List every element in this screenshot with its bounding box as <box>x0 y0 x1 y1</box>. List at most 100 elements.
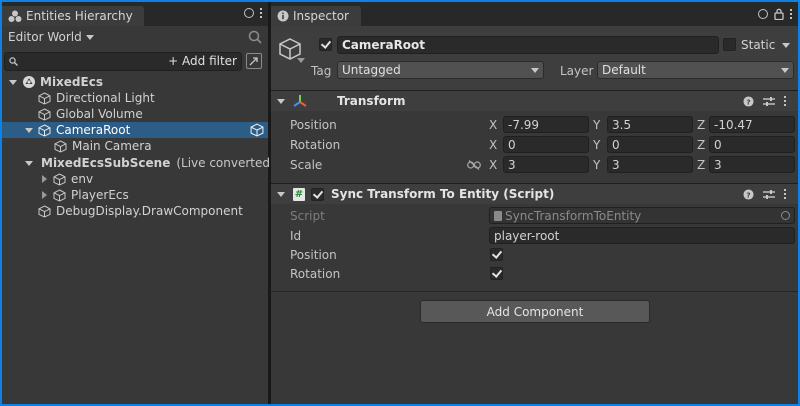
static-label: Static <box>741 38 776 52</box>
layer-value: Default <box>602 63 646 77</box>
position-z-field[interactable]: -10.47 <box>709 116 795 133</box>
component-menu-icon[interactable] <box>784 96 786 106</box>
add-component-button[interactable]: Add Component <box>420 300 650 323</box>
position-x-field[interactable]: -7.99 <box>503 116 589 133</box>
static-checkbox[interactable] <box>723 38 736 51</box>
scale-z-field[interactable]: 3 <box>709 156 795 173</box>
tree-item-label: DebugDisplay.DrawComponent <box>56 204 243 218</box>
hierarchy-tabbar: Entities Hierarchy <box>2 2 268 26</box>
expand-arrow-icon[interactable] <box>9 79 17 85</box>
static-dropdown-icon[interactable] <box>782 43 790 48</box>
component-enabled-checkbox[interactable] <box>311 187 324 201</box>
chevron-down-icon <box>781 67 789 73</box>
tree-item-env[interactable]: env <box>2 171 268 187</box>
layer-dropdown[interactable]: Default <box>597 61 794 79</box>
rotation-y-field[interactable]: 0 <box>607 136 693 153</box>
rotation-z-field[interactable]: 0 <box>709 136 795 153</box>
add-filter-button[interactable]: + Add filter <box>168 54 237 68</box>
help-icon[interactable]: ? <box>743 188 754 200</box>
svg-text:?: ? <box>746 97 750 106</box>
unity-scene-icon <box>23 76 35 88</box>
foldout-arrow-icon[interactable] <box>277 98 285 104</box>
tree-item-cameraroot[interactable]: CameraRoot <box>2 122 268 138</box>
sync-position-checkbox[interactable] <box>490 248 503 261</box>
active-checkbox[interactable] <box>319 38 332 51</box>
object-header: CameraRoot Static Tag Untagged Layer Def… <box>271 26 798 90</box>
presets-icon[interactable] <box>763 189 775 200</box>
presets-icon[interactable] <box>763 96 775 107</box>
tree-item-label: Global Volume <box>56 107 143 121</box>
collapse-arrow-icon[interactable] <box>42 191 47 199</box>
inspector-tab-label: Inspector <box>293 9 349 23</box>
scale-label: Scale <box>290 158 323 172</box>
scale-y-field[interactable]: 3 <box>607 156 693 173</box>
script-file-icon <box>494 210 502 221</box>
script-value: SyncTransformToEntity <box>505 208 642 223</box>
filter-row: + Add filter <box>2 50 268 72</box>
world-selector-row: Editor World <box>2 27 268 47</box>
script-row: Script SyncTransformToEntity <box>271 206 798 226</box>
transform-header[interactable]: Transform ? <box>271 90 798 111</box>
axis-x-label: X <box>489 118 498 132</box>
position-row: Position X -7.99 Y 3.5 Z -10.47 <box>271 115 798 135</box>
more-options-icon[interactable] <box>790 9 792 19</box>
tree-item-playerecs[interactable]: PlayerEcs <box>2 187 268 203</box>
sync-component-header[interactable]: # Sync Transform To Entity (Script) ? <box>271 183 798 204</box>
tree-item-global-volume[interactable]: Global Volume <box>2 106 268 122</box>
id-field[interactable]: player-root <box>489 227 795 244</box>
filter-settings-button[interactable] <box>246 53 262 69</box>
script-object-field: SyncTransformToEntity <box>489 207 795 224</box>
collapse-arrow-icon[interactable] <box>42 175 47 183</box>
expand-arrow-icon[interactable] <box>25 127 33 133</box>
tree-item-debugdisplay[interactable]: DebugDisplay.DrawComponent <box>2 203 268 219</box>
tree-item-main-camera[interactable]: Main Camera <box>2 138 268 154</box>
expand-icon <box>249 57 258 66</box>
gameobject-cube-icon <box>38 204 51 218</box>
hierarchy-icon <box>8 10 22 22</box>
maximize-icon[interactable] <box>758 9 768 19</box>
search-icon[interactable] <box>248 30 262 44</box>
expand-arrow-icon[interactable] <box>25 160 33 166</box>
tag-dropdown[interactable]: Untagged <box>337 61 544 79</box>
tab-inspector[interactable]: Inspector <box>271 6 361 26</box>
search-small-icon <box>9 56 18 66</box>
world-selector[interactable]: Editor World <box>8 30 94 44</box>
tree-item-label: PlayerEcs <box>71 188 129 202</box>
sync-rotation-checkbox[interactable] <box>490 267 503 280</box>
lock-icon[interactable] <box>774 8 784 20</box>
scale-row: Scale X 3 Y 3 Z 3 <box>271 155 798 175</box>
help-icon[interactable]: ? <box>743 95 754 107</box>
rotation-label: Rotation <box>290 138 341 152</box>
tab-entities-hierarchy[interactable]: Entities Hierarchy <box>2 6 144 26</box>
divider <box>271 291 798 292</box>
chevron-down-icon <box>531 67 539 73</box>
position-y-field[interactable]: 3.5 <box>607 116 693 133</box>
id-row: Id player-root <box>271 226 798 246</box>
gameobject-cube-icon <box>53 172 66 186</box>
search-input[interactable]: + Add filter <box>4 51 242 71</box>
transform-axes-icon <box>293 95 307 107</box>
axis-z-label: Z <box>697 158 706 172</box>
id-label: Id <box>290 229 302 243</box>
component-menu-icon[interactable] <box>784 189 786 199</box>
tree-item-mixedecs-subscene[interactable]: MixedEcsSubScene (Live converted <box>2 155 270 171</box>
live-converted-note: (Live converted <box>176 156 270 170</box>
info-icon <box>277 10 289 22</box>
sync-rotation-row: Rotation <box>271 265 798 283</box>
object-name-field[interactable]: CameraRoot <box>337 36 719 54</box>
sync-position-row: Position <box>271 246 798 264</box>
tag-label: Tag <box>311 64 332 78</box>
sync-position-label: Position <box>290 248 337 262</box>
tree-item-mixedecs[interactable]: MixedEcs <box>2 74 268 90</box>
more-options-icon[interactable] <box>260 8 262 18</box>
tree-item-directional-light[interactable]: Directional Light <box>2 90 268 106</box>
script-label: Script <box>290 209 325 223</box>
svg-text:?: ? <box>746 190 750 199</box>
foldout-arrow-icon[interactable] <box>277 191 285 197</box>
icon-picker-chevron-icon[interactable] <box>297 58 305 63</box>
rotation-x-field[interactable]: 0 <box>503 136 589 153</box>
constrain-proportions-icon[interactable] <box>467 160 481 170</box>
scale-x-field[interactable]: 3 <box>503 156 589 173</box>
maximize-icon[interactable] <box>244 8 254 18</box>
layer-label: Layer <box>560 64 594 78</box>
